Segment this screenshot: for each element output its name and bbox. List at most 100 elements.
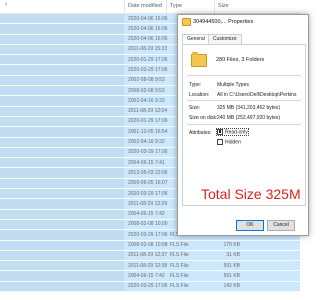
- properties-dialog: 304944500,... Properties General Customi…: [177, 14, 309, 236]
- name-cell[interactable]: [0, 86, 124, 96]
- name-cell[interactable]: [0, 55, 124, 65]
- size-cell: 142 KB: [223, 283, 240, 290]
- location-label: Location:: [189, 92, 210, 98]
- type-cell: FLS File: [170, 242, 189, 249]
- table-row[interactable]: 2008-02-08 10:08 FLS File 170 KB: [0, 240, 300, 251]
- column-header-size[interactable]: Size: [218, 3, 229, 9]
- tab-customize[interactable]: Customize: [208, 34, 242, 44]
- date-cell: 2011-08-29 12:37: [128, 252, 168, 259]
- size-label: Size:: [189, 105, 201, 111]
- date-cell: 2004-06-15 7:42: [128, 211, 165, 218]
- name-cell[interactable]: [0, 14, 124, 24]
- name-cell[interactable]: [0, 178, 124, 189]
- name-cell[interactable]: [0, 281, 124, 292]
- date-cell: 2004-06-15 7:41: [128, 159, 165, 166]
- divider: [187, 124, 301, 125]
- name-cell[interactable]: [0, 199, 124, 209]
- dialog-title-bar[interactable]: 304944500,... Properties: [178, 15, 308, 29]
- table-row[interactable]: 2011-08-29 12:37 FLS File 31 KB: [0, 250, 300, 262]
- date-cell: 2008-02-08 10:08: [128, 242, 168, 249]
- date-cell: 2011-08-29 12:04: [128, 108, 168, 115]
- column-divider[interactable]: [124, 0, 125, 13]
- size-cell: 591 KB: [223, 262, 240, 269]
- date-cell: 2013-05-03 23:06: [128, 169, 168, 176]
- date-cell: 2008-02-08 10:00: [128, 221, 168, 228]
- date-cell: 2020-03-29 17:06: [128, 231, 168, 238]
- selection-summary: 280 Files, 3 Folders: [216, 57, 265, 63]
- name-cell[interactable]: [0, 250, 124, 261]
- hidden-checkbox[interactable]: Hidden: [217, 138, 241, 146]
- name-cell[interactable]: [0, 116, 124, 127]
- type-cell: FLS File: [170, 272, 189, 279]
- checkbox-mixed-icon: [217, 128, 223, 135]
- name-cell[interactable]: [0, 168, 124, 178]
- name-cell[interactable]: [0, 240, 124, 250]
- name-cell[interactable]: [0, 147, 124, 158]
- name-cell[interactable]: [0, 271, 124, 281]
- date-cell: 2002-04-16 9:33: [128, 97, 165, 104]
- column-header-type[interactable]: Type: [170, 3, 182, 9]
- divider: [187, 100, 301, 101]
- date-cell: 2020-03-29 17:06: [128, 190, 168, 197]
- column-divider[interactable]: [214, 0, 215, 13]
- date-cell: 2020-04-06 16:06: [128, 15, 168, 22]
- folder-icon: [182, 18, 191, 26]
- dialog-title: 304944500,... Properties: [193, 18, 254, 25]
- name-cell[interactable]: [0, 189, 124, 199]
- name-cell[interactable]: [0, 106, 124, 116]
- location-value: All in C:\Users\Dell\Desktop\Perkins: [217, 92, 297, 98]
- date-cell: 2020-04-06 16:06: [128, 36, 168, 43]
- table-row[interactable]: 2004-06-15 7:42 FLS File 591 KB: [0, 271, 300, 282]
- column-divider[interactable]: [166, 0, 167, 13]
- date-cell: 2004-06-15 7:42: [128, 272, 165, 279]
- date-cell: 2020-03-29 17:06: [128, 66, 168, 73]
- read-only-checkbox[interactable]: Read-only: [216, 127, 249, 137]
- date-cell: 2001-12-05 16:54: [128, 128, 168, 135]
- ok-button[interactable]: OK: [236, 220, 264, 231]
- table-row[interactable]: 2011-08-29 12:38 FLS File 591 KB: [0, 261, 300, 272]
- size-value: 325 MB (341,203,462 bytes): [217, 105, 281, 111]
- total-size-annotation: Total Size 325M: [201, 186, 301, 202]
- date-cell: 2011-08-29 12:29: [128, 200, 168, 207]
- size-cell: 31 KB: [226, 252, 240, 259]
- size-cell: 591 KB: [223, 272, 240, 279]
- date-cell: 2020-04-06 16:06: [128, 25, 168, 32]
- date-cell: 2009-06-05 16:07: [128, 180, 168, 187]
- attributes-label: Attributes:: [189, 130, 212, 136]
- name-cell[interactable]: [0, 24, 124, 34]
- date-cell: 2020-03-29 17:06: [128, 283, 168, 290]
- date-cell: 2002-08-08 9:53: [128, 77, 165, 84]
- name-cell[interactable]: [0, 44, 124, 55]
- date-cell: 2002-04-16 9:32: [128, 139, 165, 146]
- hidden-label: Hidden: [225, 139, 241, 146]
- type-value: Multiple Types: [217, 82, 249, 88]
- date-cell: 2011-08-29 12:38: [128, 262, 168, 269]
- type-label: Type:: [189, 82, 202, 88]
- size-on-disk-label: Size on disk:: [189, 115, 218, 121]
- name-cell[interactable]: [0, 34, 124, 44]
- name-cell[interactable]: [0, 65, 124, 75]
- name-cell[interactable]: [0, 209, 124, 219]
- name-cell[interactable]: [0, 230, 124, 240]
- size-cell: 170 KB: [223, 242, 240, 249]
- date-cell: 2020-01-29 17:06: [128, 56, 168, 63]
- read-only-label: Read-only: [225, 129, 248, 136]
- column-header-bar: ‹ Date modified Type Size: [0, 0, 300, 14]
- name-cell[interactable]: [0, 127, 124, 137]
- name-cell[interactable]: [0, 75, 124, 86]
- column-header-date[interactable]: Date modified: [128, 3, 162, 9]
- type-cell: FLS File: [170, 283, 189, 290]
- name-cell[interactable]: [0, 96, 124, 106]
- date-cell: 2008-02-08 9:53: [128, 87, 165, 94]
- cancel-button[interactable]: Cancel: [267, 220, 295, 231]
- name-cell[interactable]: [0, 219, 124, 230]
- divider: [187, 75, 301, 76]
- name-cell[interactable]: [0, 158, 124, 168]
- size-on-disk-value: 240 MB (252,497,920 bytes): [217, 115, 281, 121]
- chevron-left-icon[interactable]: ‹: [5, 1, 7, 8]
- name-cell[interactable]: [0, 261, 124, 271]
- folder-icon: [191, 52, 207, 67]
- table-row[interactable]: 2020-03-29 17:06 FLS File 142 KB: [0, 281, 300, 293]
- general-panel: 280 Files, 3 Folders Type: Multiple Type…: [182, 44, 306, 206]
- name-cell[interactable]: [0, 137, 124, 147]
